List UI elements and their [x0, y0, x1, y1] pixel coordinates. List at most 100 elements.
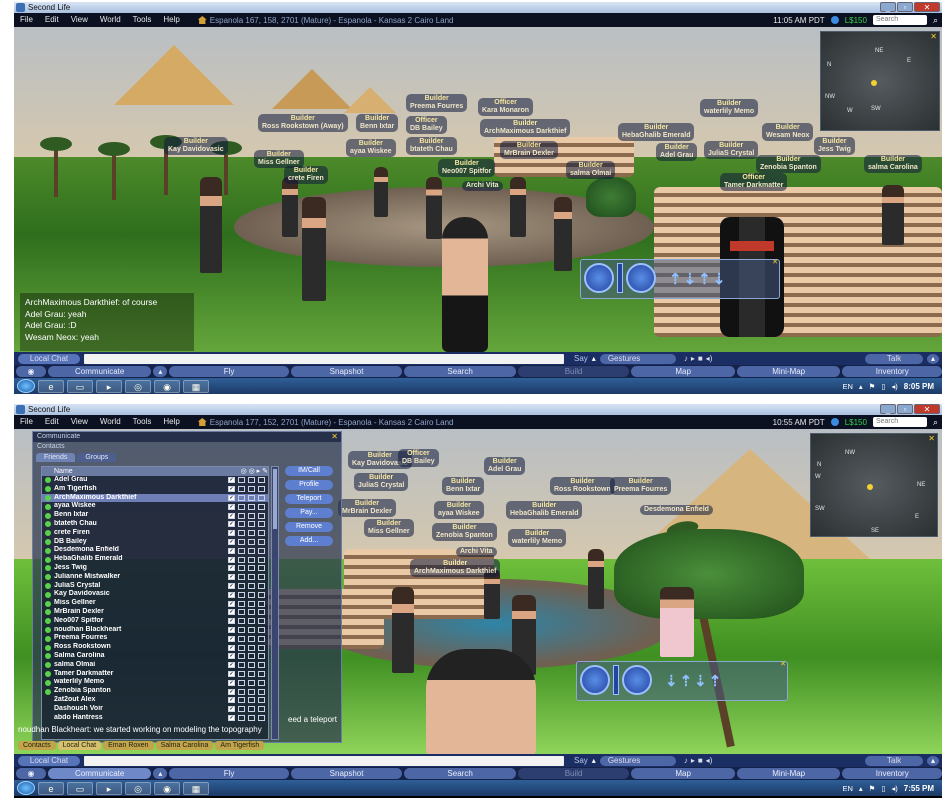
- friend-row[interactable]: ayaa Wiskee ✓: [42, 502, 268, 511]
- permission-checkbox[interactable]: [248, 635, 255, 642]
- permission-checkbox[interactable]: ✓: [228, 609, 235, 616]
- search-icon[interactable]: ⌕: [933, 15, 938, 26]
- permission-checkbox[interactable]: ✓: [228, 521, 235, 528]
- menu-world[interactable]: World: [94, 415, 127, 429]
- gestures-dropdown[interactable]: Gestures: [599, 353, 676, 364]
- mini-map[interactable]: ✕ NW N NE W SW E SE: [810, 433, 938, 537]
- permission-checkbox[interactable]: [248, 618, 255, 625]
- maximize-button[interactable]: ▫: [897, 404, 913, 414]
- friend-row[interactable]: Desdemona Enfield ✓: [42, 546, 268, 555]
- close-icon[interactable]: ✕: [780, 660, 786, 668]
- location-bar[interactable]: Espanola 167, 158, 2701 (Mature) - Espan…: [197, 16, 454, 25]
- chat-tab-im[interactable]: Salma Carolina: [155, 741, 214, 750]
- play-icon[interactable]: ▸: [691, 354, 695, 363]
- permission-checkbox[interactable]: [238, 688, 245, 695]
- permission-checkbox[interactable]: ✓: [228, 670, 235, 677]
- permission-checkbox[interactable]: [238, 503, 245, 510]
- friend-row[interactable]: waterlily Memo ✓: [42, 678, 268, 687]
- permission-checkbox[interactable]: [238, 538, 245, 545]
- friend-row[interactable]: DB Bailey ✓: [42, 538, 268, 547]
- permission-checkbox[interactable]: [238, 486, 245, 493]
- friend-row[interactable]: Am Tigerfish ✓: [42, 485, 268, 494]
- local-chat-button[interactable]: Local Chat: [18, 755, 80, 766]
- permission-checkbox[interactable]: [248, 582, 255, 589]
- permission-checkbox[interactable]: [248, 574, 255, 581]
- minimize-button[interactable]: _: [880, 404, 896, 414]
- permission-checkbox[interactable]: [238, 556, 245, 563]
- permission-checkbox[interactable]: [258, 486, 265, 493]
- friend-row[interactable]: Jess Twig ✓: [42, 564, 268, 573]
- fly-button[interactable]: Fly: [169, 768, 289, 779]
- menu-world[interactable]: World: [94, 13, 127, 27]
- permission-checkbox[interactable]: [258, 556, 265, 563]
- permission-checkbox[interactable]: [238, 521, 245, 528]
- avatar[interactable]: [554, 197, 572, 271]
- firefox-icon[interactable]: ◎: [125, 781, 151, 795]
- play-icon[interactable]: ▸: [691, 756, 695, 765]
- permission-checkbox[interactable]: ✓: [228, 626, 235, 633]
- search-button[interactable]: Search: [404, 366, 516, 377]
- close-button[interactable]: ✕: [914, 2, 940, 12]
- network-icon[interactable]: ▯: [881, 784, 885, 793]
- permission-checkbox[interactable]: [238, 582, 245, 589]
- zoom-slider[interactable]: [613, 665, 619, 695]
- say-button[interactable]: Say: [574, 756, 588, 765]
- volume-icon[interactable]: ◂): [706, 756, 713, 765]
- permission-checkbox[interactable]: [248, 503, 255, 510]
- permission-checkbox[interactable]: [248, 538, 255, 545]
- communicate-panel[interactable]: Communicate ✕ Contacts Friends Groups Na…: [32, 431, 342, 743]
- mini-map-button[interactable]: Mini-Map: [736, 366, 841, 377]
- world-view[interactable]: Builder Preema Fourres Officer Kara Monaro…: [14, 27, 942, 352]
- build-button[interactable]: Build: [517, 366, 630, 377]
- permission-checkbox[interactable]: [238, 591, 245, 598]
- arrow-down-icon[interactable]: ⇣: [684, 270, 697, 288]
- chat-tab-im[interactable]: Am Tigerfish: [215, 741, 265, 750]
- arrow-down-icon[interactable]: ⇣: [713, 270, 726, 288]
- permission-checkbox[interactable]: [258, 670, 265, 677]
- permission-checkbox[interactable]: [238, 494, 245, 501]
- fly-button[interactable]: Fly: [169, 366, 289, 377]
- permission-checkbox[interactable]: ✓: [228, 486, 235, 493]
- arrow-up-icon[interactable]: ⇡: [709, 672, 722, 690]
- player-avatar[interactable]: [442, 217, 488, 352]
- media-player-icon[interactable]: ▸: [96, 379, 122, 393]
- arrow-down-icon[interactable]: ⇣: [665, 672, 678, 690]
- menu-edit[interactable]: Edit: [39, 13, 65, 27]
- permission-checkbox[interactable]: ✓: [228, 556, 235, 563]
- location-bar[interactable]: Espanola 177, 152, 2701 (Mature) - Espan…: [197, 418, 454, 427]
- permission-checkbox[interactable]: ✓: [228, 512, 235, 519]
- avatar[interactable]: [392, 587, 414, 673]
- permission-checkbox[interactable]: [258, 477, 265, 484]
- profile-button[interactable]: Profile: [285, 480, 333, 490]
- menu-help[interactable]: Help: [157, 13, 185, 27]
- network-icon[interactable]: ▯: [881, 382, 885, 391]
- move-joystick[interactable]: [626, 263, 656, 293]
- permission-checkbox[interactable]: ✓: [228, 697, 235, 704]
- avatar[interactable]: [374, 167, 388, 217]
- movement-controls[interactable]: ✕ ⇣ ⇡ ⇣ ⇡: [576, 661, 788, 701]
- permission-checkbox[interactable]: [258, 503, 265, 510]
- music-icon[interactable]: ♪: [684, 756, 688, 765]
- friend-row[interactable]: crete Firen ✓: [42, 529, 268, 538]
- search-input[interactable]: Search: [872, 417, 927, 427]
- friend-row[interactable]: Ross Rookstown ✓: [42, 643, 268, 652]
- permission-checkbox[interactable]: ✓: [228, 662, 235, 669]
- add-button[interactable]: Add...: [285, 536, 333, 546]
- communicate-button[interactable]: Communicate: [47, 768, 152, 779]
- permission-checkbox[interactable]: [248, 547, 255, 554]
- media-player-icon[interactable]: ▸: [96, 781, 122, 795]
- volume-icon[interactable]: ◂): [892, 382, 898, 391]
- arrow-down-icon[interactable]: ⇣: [694, 672, 707, 690]
- permission-checkbox[interactable]: [248, 697, 255, 704]
- paint-icon[interactable]: ▦: [183, 781, 209, 795]
- permission-checkbox[interactable]: [248, 521, 255, 528]
- friends-scrollbar[interactable]: [271, 466, 279, 740]
- permission-checkbox[interactable]: ✓: [228, 530, 235, 537]
- avatar[interactable]: [882, 185, 904, 245]
- friend-row[interactable]: Dashoush Voir ✓: [42, 705, 268, 714]
- friend-row[interactable]: Julianne Mistwalker ✓: [42, 573, 268, 582]
- volume-icon[interactable]: ◂): [706, 354, 713, 363]
- inventory-button[interactable]: Inventory: [842, 768, 942, 779]
- chevron-up-icon[interactable]: ▴: [927, 755, 939, 766]
- permission-checkbox[interactable]: ✓: [228, 653, 235, 660]
